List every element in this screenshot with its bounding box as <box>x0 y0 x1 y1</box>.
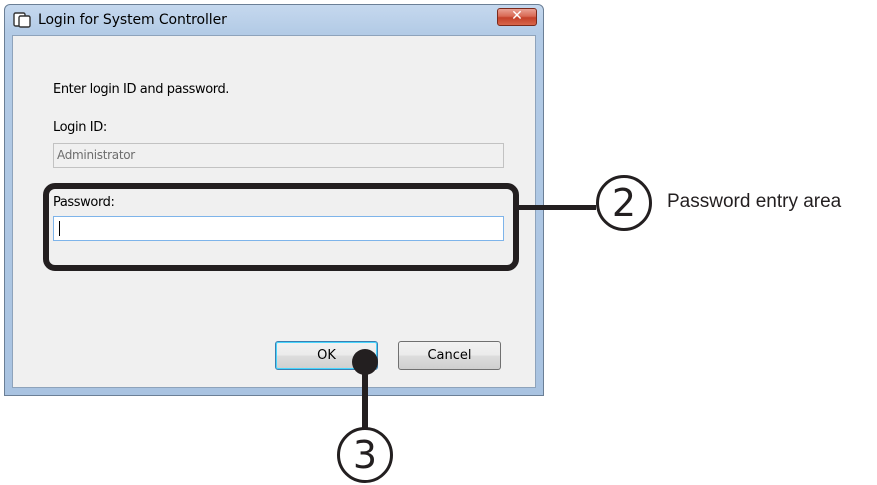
prompt-text: Enter login ID and password. <box>53 82 230 97</box>
cancel-button[interactable]: Cancel <box>398 341 501 370</box>
callout-2-text: Password entry area <box>667 191 842 212</box>
app-icon <box>13 12 31 28</box>
window-title: Login for System Controller <box>38 12 227 28</box>
password-highlight-box <box>43 183 519 271</box>
callout-3-marker: 3 <box>337 427 393 483</box>
login-id-value: Administrator <box>57 148 135 162</box>
callout-2-marker: 2 <box>596 175 652 231</box>
login-id-label: Login ID: <box>53 120 107 135</box>
close-icon: ✕ <box>511 8 523 24</box>
callout-3-leader <box>362 362 368 430</box>
callout-2-leader <box>516 205 596 210</box>
login-id-field: Administrator <box>53 143 504 168</box>
title-bar[interactable]: Login for System Controller ✕ <box>5 5 543 35</box>
close-button[interactable]: ✕ <box>497 8 537 26</box>
